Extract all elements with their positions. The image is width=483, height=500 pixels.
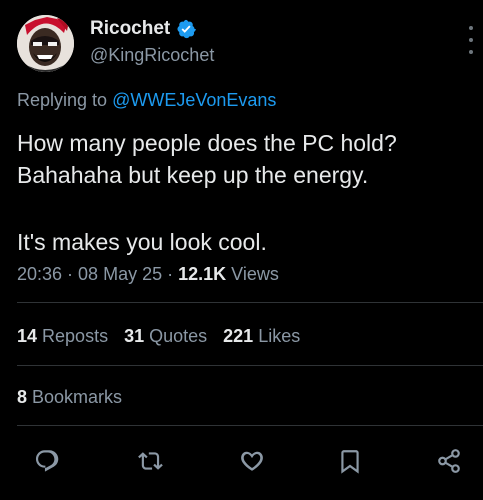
divider <box>17 365 483 366</box>
repost-button[interactable] <box>134 444 168 478</box>
like-button[interactable] <box>235 444 269 478</box>
display-name[interactable]: Ricochet <box>90 18 170 40</box>
likes-label: Likes <box>253 326 301 346</box>
dot <box>469 38 473 42</box>
likes-count: 221 <box>223 326 254 346</box>
reply-prefix: Replying to <box>17 90 113 110</box>
bookmarks-count: 8 <box>17 387 28 407</box>
share-button[interactable] <box>432 444 466 478</box>
author-name-row[interactable]: Ricochet <box>90 18 197 40</box>
tweet-line: Bahahaha but keep up the energy. <box>17 162 369 188</box>
action-bar <box>0 444 483 478</box>
verified-badge-icon <box>177 19 197 39</box>
tweet-line: It's makes you look cool. <box>17 229 267 255</box>
avatar-illustration <box>17 15 74 72</box>
tweet-detail: Ricochet @KingRicochet Replying to @WWEJ… <box>0 0 483 500</box>
reposts-label: Reposts <box>37 326 109 346</box>
divider <box>17 302 483 303</box>
quotes-stat[interactable]: 31 Quotes <box>124 326 207 346</box>
like-icon <box>241 451 263 471</box>
reply-button[interactable] <box>30 444 64 478</box>
bookmarks-stat[interactable]: 8 Bookmarks <box>17 385 122 409</box>
replying-to: Replying to @WWEJeVonEvans <box>17 89 276 111</box>
views-label[interactable]: Views <box>226 264 279 284</box>
reposts-stat[interactable]: 14 Reposts <box>17 326 108 346</box>
likes-stat[interactable]: 221 Likes <box>223 326 300 346</box>
share-icon <box>438 449 460 473</box>
quotes-count: 31 <box>124 326 145 346</box>
bookmarks-label: Bookmarks <box>27 387 123 407</box>
quotes-label: Quotes <box>144 326 208 346</box>
views-count[interactable]: 12.1K <box>178 264 226 284</box>
tweet-line: How many people does the PC hold? <box>17 130 397 156</box>
tweet-time[interactable]: 20:36 <box>17 264 62 284</box>
dot <box>469 26 473 30</box>
reposts-count: 14 <box>17 326 38 346</box>
separator: · <box>62 264 79 284</box>
bookmark-button[interactable] <box>333 444 367 478</box>
bookmark-icon <box>341 450 359 474</box>
reply-icon <box>35 450 59 472</box>
repost-icon <box>138 452 163 470</box>
separator: · <box>162 264 179 284</box>
reply-handle-link[interactable]: @WWEJeVonEvans <box>112 90 276 110</box>
dot <box>469 50 473 54</box>
tweet-text: How many people does the PC hold? Bahaha… <box>17 127 467 258</box>
avatar[interactable] <box>17 15 74 72</box>
divider <box>17 425 483 426</box>
engagement-stats: 14 Reposts 31 Quotes 221 Likes <box>17 324 316 348</box>
tweet-date[interactable]: 08 May 25 <box>78 264 162 284</box>
tweet-meta: 20:36 · 08 May 25 · 12.1K Views <box>17 262 279 286</box>
more-options-icon[interactable] <box>467 26 475 54</box>
author-handle[interactable]: @KingRicochet <box>90 44 214 66</box>
